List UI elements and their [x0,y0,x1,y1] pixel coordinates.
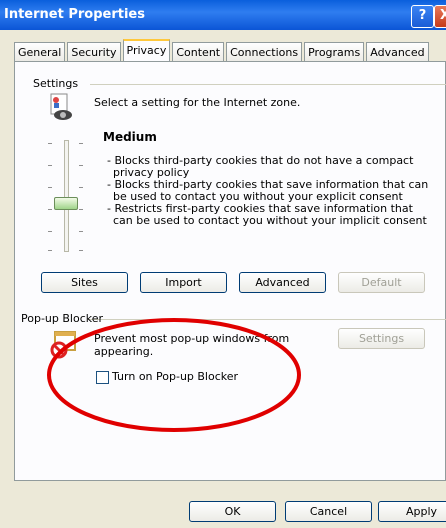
slider-tick [48,209,52,210]
apply-button[interactable]: Apply [378,501,446,522]
advanced-button[interactable]: Advanced [239,272,326,293]
settings-divider [90,84,446,85]
slider-tick [79,165,83,166]
description-line: can be used to contact you without your … [113,214,427,227]
slider-tick [79,231,83,232]
privacy-slider-track[interactable] [64,140,69,252]
tab-general[interactable]: General [14,42,66,61]
default-button[interactable]: Default [338,272,425,293]
help-icon[interactable]: ? [411,5,434,28]
cancel-button[interactable]: Cancel [285,501,372,522]
popup-settings-button[interactable]: Settings [338,328,425,349]
popup-blocker-checkbox[interactable] [96,371,109,384]
tab-advanced[interactable]: Advanced [366,42,429,61]
slider-tick [48,187,52,188]
zone-description: Select a setting for the Internet zone. [94,96,301,109]
popup-blocker-icon [50,331,76,359]
privacy-panel [14,61,446,481]
sites-button[interactable]: Sites [41,272,128,293]
popup-divider [88,319,446,320]
slider-tick [79,209,83,210]
ok-button[interactable]: OK [189,501,276,522]
slider-tick [48,165,52,166]
tab-content[interactable]: Content [172,42,225,61]
slider-tick [79,187,83,188]
tab-strip: General Security Privacy Content Connect… [14,39,431,61]
zone-globe-icon [50,93,72,120]
tab-security[interactable]: Security [67,42,121,61]
popup-group-label: Pop-up Blocker [21,312,104,325]
slider-tick [48,231,52,232]
import-button[interactable]: Import [140,272,227,293]
slider-tick [48,143,52,144]
slider-tick [79,143,83,144]
privacy-level: Medium [103,130,157,144]
popup-blocker-checkbox-label[interactable]: Turn on Pop-up Blocker [112,370,238,383]
popup-description: Prevent most pop-up windows from appeari… [94,332,290,358]
tab-privacy[interactable]: Privacy [122,39,171,61]
slider-tick [48,250,52,251]
privacy-level-description: - Blocks third-party cookies that do not… [107,155,428,227]
close-icon[interactable]: X [434,5,446,28]
window-title: Internet Properties [4,7,145,22]
tab-programs[interactable]: Programs [304,42,365,61]
slider-tick [79,250,83,251]
settings-group-label: Settings [33,77,82,90]
privacy-slider-thumb[interactable] [54,197,78,210]
title-bar: Internet Properties ? X [0,0,446,30]
tab-connections[interactable]: Connections [226,42,303,61]
